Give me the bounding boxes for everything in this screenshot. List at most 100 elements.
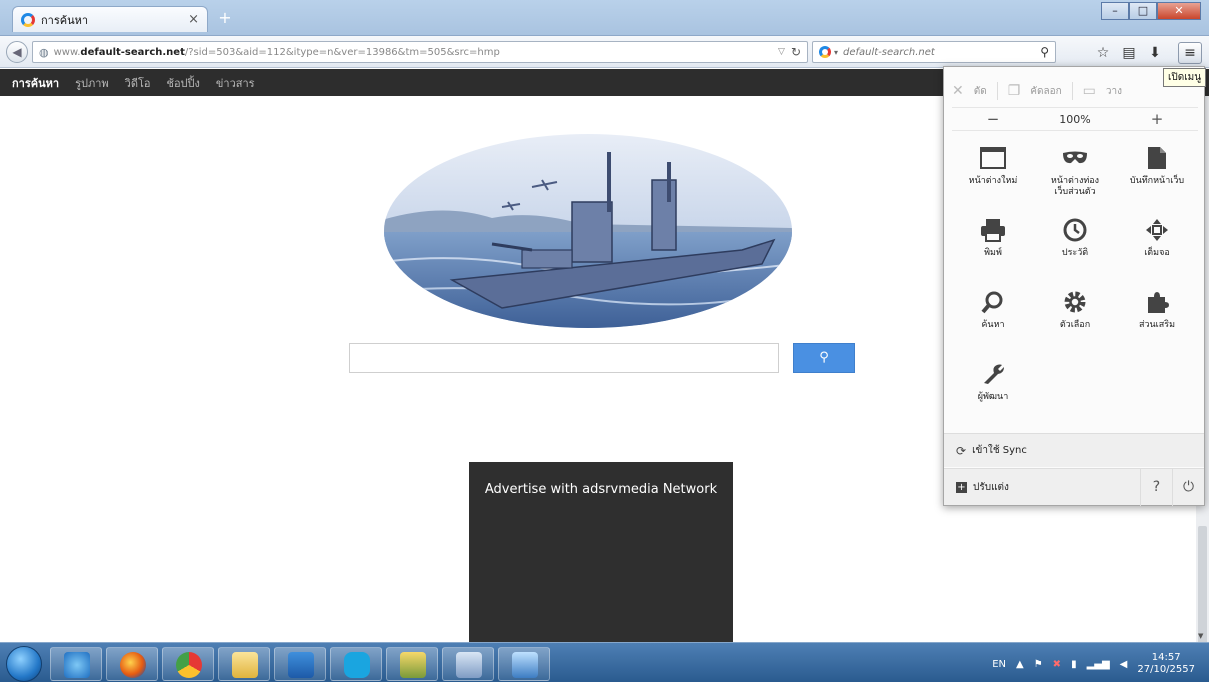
title-bar: การค้นหา × + – □ ✕ — [0, 0, 1209, 36]
history-icon — [1034, 215, 1116, 245]
calculator-icon — [456, 652, 482, 678]
volume-icon[interactable]: ◀ — [1120, 659, 1128, 670]
clock-date: 27/10/2557 — [1137, 664, 1195, 675]
paste-button[interactable]: ▭ วาง — [1083, 83, 1122, 99]
site-nav-item[interactable]: ข่าวสาร — [216, 74, 255, 92]
taskbar-program[interactable] — [386, 647, 438, 681]
bookmark-star-icon[interactable]: ☆ — [1092, 43, 1114, 63]
browser-tab[interactable]: การค้นหา × — [12, 6, 208, 32]
reload-icon[interactable]: ↻ — [791, 45, 801, 59]
site-nav-item[interactable]: การค้นหา — [12, 74, 59, 92]
window-controls: – □ ✕ — [1101, 2, 1201, 20]
site-nav-item[interactable]: วิดีโอ — [125, 74, 151, 92]
zoom-in-button[interactable]: + — [1116, 110, 1198, 128]
new-tab-button[interactable]: + — [214, 8, 236, 28]
clock[interactable]: 14:57 27/10/2557 — [1137, 652, 1195, 676]
engine-dropdown-icon[interactable]: ▾ — [834, 48, 838, 57]
firefox-icon — [120, 652, 146, 678]
downloads-icon[interactable]: ⬇ — [1144, 43, 1166, 63]
zoom-out-button[interactable]: − — [952, 110, 1034, 128]
fullscreen-button[interactable]: เต็มจอ — [1116, 215, 1198, 279]
site-nav-item[interactable]: ช้อปปิ้ง — [166, 74, 199, 92]
skype-icon — [344, 652, 370, 678]
cut-button[interactable]: ✕ ตัด — [952, 83, 987, 99]
history-dropdown-icon[interactable]: ▽ — [778, 47, 785, 57]
close-window-button[interactable]: ✕ — [1157, 2, 1201, 20]
signal-icon[interactable]: ▂▄▆ — [1087, 659, 1110, 670]
clock-time: 14:57 — [1151, 652, 1181, 663]
options-button[interactable]: ตัวเลือก — [1034, 287, 1116, 351]
customize-button[interactable]: ปรับแต่ง — [973, 480, 1140, 495]
developer-wrench-icon — [952, 359, 1034, 389]
history-button[interactable]: ประวัติ — [1034, 215, 1116, 279]
ad-text: Advertise with adsrvmedia Network — [484, 482, 718, 497]
back-button[interactable]: ◀ — [6, 41, 28, 63]
taskbar-calculator[interactable] — [442, 647, 494, 681]
edit-controls: ✕ ตัด ❐ คัดลอก ▭ วาง — [952, 79, 1198, 103]
navigation-toolbar: ◀ ◍ www.default-search.net/?sid=503&aid=… — [0, 36, 1209, 68]
taskbar-skype[interactable] — [330, 647, 382, 681]
taskbar-file-explorer[interactable] — [218, 647, 270, 681]
paste-icon: ▭ — [1082, 83, 1096, 99]
save-page-button[interactable]: บันทึกหน้าเว็บ — [1116, 143, 1198, 207]
sync-button[interactable]: ⟳ เข้าใช้ Sync — [944, 433, 1204, 467]
internet-explorer-icon — [64, 652, 90, 678]
zoom-controls: − 100% + — [952, 107, 1198, 131]
tab-title: การค้นหา — [41, 13, 89, 27]
scissors-icon: ✕ — [952, 83, 964, 99]
advertisement-box[interactable]: Advertise with adsrvmedia Network — [469, 462, 733, 642]
taskbar-firefox[interactable] — [106, 647, 158, 681]
search-icon[interactable]: ⚲ — [1040, 45, 1049, 59]
network-warning-icon[interactable]: ✖ — [1053, 659, 1061, 670]
developer-button[interactable]: ผู้พัฒนา — [952, 359, 1034, 423]
sync-label: เข้าใช้ Sync — [972, 445, 1027, 456]
search-bar-input[interactable] — [843, 46, 1041, 58]
bookmarks-menu-icon[interactable]: ▤ — [1118, 43, 1140, 63]
address-bar[interactable]: ◍ www.default-search.net/?sid=503&aid=11… — [32, 41, 808, 63]
url-text[interactable]: www.default-search.net/?sid=503&aid=112&… — [54, 47, 778, 58]
action-center-flag-icon[interactable]: ⚑ — [1034, 659, 1043, 670]
search-engine-icon[interactable] — [819, 46, 831, 58]
find-button[interactable]: ค้นหา — [952, 287, 1034, 351]
sync-icon: ⟳ — [956, 443, 967, 458]
scroll-down-arrow-icon[interactable]: ▼ — [1198, 632, 1203, 640]
fullscreen-icon — [1116, 215, 1198, 245]
language-indicator[interactable]: EN — [992, 659, 1006, 670]
windows-taskbar: EN ▲ ⚑ ✖ ▮ ▂▄▆ ◀ 14:57 27/10/2557 — [0, 642, 1209, 682]
addons-button[interactable]: ส่วนเสริม — [1116, 287, 1198, 351]
battery-icon[interactable]: ▮ — [1071, 659, 1077, 670]
tab-close-button[interactable]: × — [188, 12, 199, 27]
hero-battleship-illustration — [384, 134, 792, 328]
start-button[interactable] — [6, 646, 42, 682]
quit-power-icon[interactable]: ⏻ — [1172, 468, 1204, 506]
print-button[interactable]: พิมพ์ — [952, 215, 1034, 279]
copy-button[interactable]: ❐ คัดลอก — [1008, 83, 1062, 99]
taskbar-outlook[interactable] — [274, 647, 326, 681]
site-nav-item[interactable]: รูปภาพ — [75, 74, 109, 92]
open-menu-button[interactable]: ≡ — [1178, 42, 1202, 64]
menu-tooltip: เปิดเมนู — [1163, 68, 1207, 87]
folder-icon — [232, 652, 258, 678]
maximize-button[interactable]: □ — [1129, 2, 1157, 20]
copy-icon: ❐ — [1007, 83, 1021, 99]
help-icon[interactable]: ? — [1140, 468, 1172, 506]
program-icon — [400, 652, 426, 678]
save-page-icon — [1116, 143, 1198, 173]
search-bar[interactable]: ▾ ⚲ — [812, 41, 1056, 63]
show-hidden-icons-icon[interactable]: ▲ — [1016, 659, 1024, 670]
minimize-button[interactable]: – — [1101, 2, 1129, 20]
new-window-button[interactable]: หน้าต่างใหม่ — [952, 143, 1034, 207]
print-icon — [952, 215, 1034, 245]
back-arrow-icon: ◀ — [12, 45, 22, 59]
window-icon — [952, 143, 1034, 173]
main-search-button[interactable]: ⚲ — [793, 343, 855, 373]
globe-icon: ◍ — [39, 45, 49, 59]
window-app-icon — [512, 652, 538, 678]
zoom-level[interactable]: 100% — [1034, 113, 1116, 126]
firefox-menu-panel: ✕ ตัด ❐ คัดลอก ▭ วาง − 100% + หน้าต่างใหม่ … — [943, 66, 1205, 506]
main-search-input[interactable] — [349, 343, 779, 373]
private-window-button[interactable]: หน้าต่างท่อง เว็บส่วนตัว — [1034, 143, 1116, 207]
taskbar-internet-explorer[interactable] — [50, 647, 102, 681]
taskbar-window-app[interactable] — [498, 647, 550, 681]
taskbar-chrome[interactable] — [162, 647, 214, 681]
